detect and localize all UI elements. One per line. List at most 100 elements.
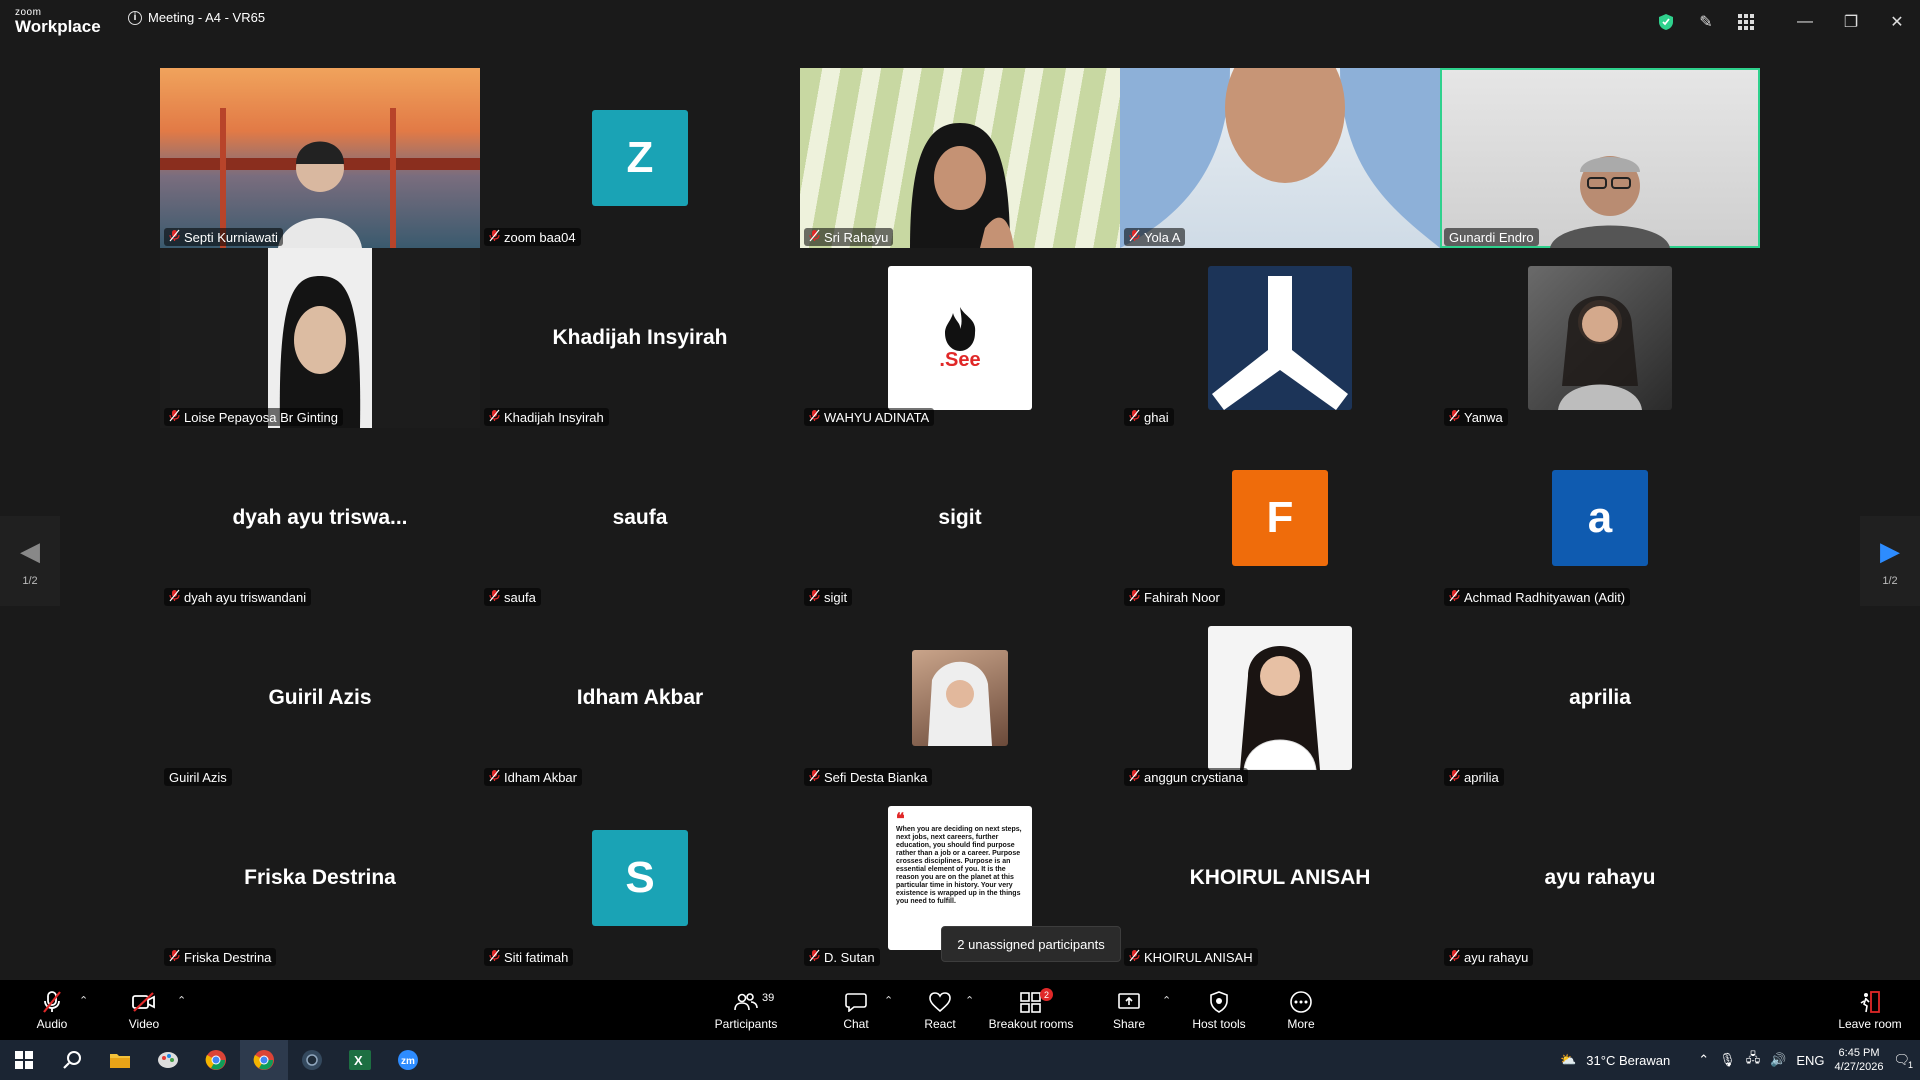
muted-mic-icon	[169, 229, 180, 245]
search-icon[interactable]	[48, 1040, 96, 1080]
muted-mic-icon	[1449, 409, 1460, 425]
participant-tile[interactable]: Guiril Azis Guiril Azis	[160, 608, 480, 788]
zoom-app-icon[interactable]: zm	[384, 1040, 432, 1080]
microphone-tray-icon[interactable]: 🎙	[1719, 1052, 1736, 1068]
page-indicator: 1/2	[22, 574, 38, 587]
audio-button[interactable]: Audio	[30, 980, 74, 1040]
display-name: dyah ayu triswa...	[232, 506, 408, 529]
participants-button[interactable]: 39 Participants	[712, 980, 780, 1040]
share-options-chevron-icon[interactable]: ⌃	[1162, 994, 1171, 1007]
muted-mic-icon	[169, 589, 180, 605]
video-options-chevron-icon[interactable]: ⌃	[177, 994, 186, 1007]
chat-button[interactable]: Chat	[840, 980, 872, 1040]
react-button[interactable]: React	[924, 980, 956, 1040]
apps-grid-icon[interactable]	[1726, 0, 1766, 44]
clock[interactable]: 6:45 PM 4/27/2026	[1835, 1046, 1884, 1074]
more-button[interactable]: More	[1286, 980, 1316, 1040]
participant-tile[interactable]: KHOIRUL ANISAH KHOIRUL ANISAH	[1120, 788, 1440, 968]
host-tools-button[interactable]: Host tools	[1190, 980, 1248, 1040]
participant-name-label: D. Sutan	[804, 948, 880, 966]
participant-tile[interactable]: Friska Destrina Friska Destrina	[160, 788, 480, 968]
muted-mic-icon	[809, 409, 820, 425]
participant-tile[interactable]: Septi Kurniawati	[160, 68, 480, 248]
network-icon[interactable]: 🖧	[1746, 1049, 1761, 1071]
participant-tile[interactable]: ghai	[1120, 248, 1440, 428]
portrait-photo-image	[1208, 626, 1352, 770]
participant-name: KHOIRUL ANISAH	[1144, 949, 1253, 965]
participant-tile[interactable]: Sefi Desta Bianka	[800, 608, 1120, 788]
next-page-button[interactable]: ▶ 1/2	[1860, 516, 1920, 606]
muted-mic-icon	[489, 769, 500, 785]
shield-icon[interactable]	[1646, 0, 1686, 44]
video-feed	[1120, 68, 1440, 248]
participant-name-label: Friska Destrina	[164, 948, 277, 966]
paint-app-icon[interactable]	[144, 1040, 192, 1080]
chrome-icon[interactable]	[192, 1040, 240, 1080]
meeting-title: Meeting - A4 - VR65	[148, 10, 266, 25]
breakout-rooms-button[interactable]: 2 Breakout rooms	[988, 980, 1074, 1040]
weather-text[interactable]: 31°C Berawan	[1586, 1053, 1670, 1068]
participant-name-label: aprilia	[1444, 768, 1504, 786]
language-indicator[interactable]: ENG	[1796, 1053, 1824, 1068]
file-explorer-icon[interactable]	[96, 1040, 144, 1080]
weather-icon[interactable]: ⛅	[1560, 1052, 1576, 1068]
display-name: ayu rahayu	[1544, 866, 1656, 889]
participant-tile[interactable]: Yanwa	[1440, 248, 1760, 428]
muted-mic-icon	[489, 949, 500, 965]
heart-icon	[928, 989, 952, 1015]
participant-tile[interactable]: Yola A	[1120, 68, 1440, 248]
video-feed	[160, 68, 480, 248]
participant-tile[interactable]: S Siti fatimah	[480, 788, 800, 968]
audio-options-chevron-icon[interactable]: ⌃	[79, 994, 88, 1007]
host-shield-icon	[1209, 989, 1229, 1015]
excel-icon[interactable]: X	[336, 1040, 384, 1080]
participant-tile[interactable]: Zzoom baa04	[480, 68, 800, 248]
participant-tile[interactable]: a Achmad Radhityawan (Adit)	[1440, 428, 1760, 608]
participant-tile[interactable]: Loise Pepayosa Br Ginting	[160, 248, 480, 428]
meeting-info[interactable]: i Meeting - A4 - VR65	[128, 10, 265, 25]
chat-label: Chat	[843, 1017, 869, 1031]
leave-room-button[interactable]: Leave room	[1838, 980, 1902, 1040]
muted-mic-icon	[169, 409, 180, 425]
participant-name: dyah ayu triswandani	[184, 589, 307, 605]
display-name: Friska Destrina	[244, 866, 396, 889]
chrome-active-icon[interactable]	[240, 1040, 288, 1080]
participant-name: Yanwa	[1464, 409, 1503, 425]
participant-tile[interactable]: Idham Akbar Idham Akbar	[480, 608, 800, 788]
participant-tile[interactable]: .See WAHYU ADINATA	[800, 248, 1120, 428]
notification-icon[interactable]: 🗨 1	[1893, 1052, 1913, 1070]
participant-tile[interactable]: Gunardi Endro	[1440, 68, 1760, 248]
participant-tile[interactable]: Sri Rahayu	[800, 68, 1120, 248]
pen-icon[interactable]: ✎	[1686, 0, 1726, 44]
left-arrow-icon: ◀	[20, 535, 40, 566]
volume-icon[interactable]: 🔊	[1770, 1052, 1786, 1068]
system-tray: ⛅ 31°C Berawan ⌃ 🎙 🖧 🔊 ENG 6:45 PM 4/27/…	[1560, 1040, 1920, 1080]
participant-name: saufa	[504, 589, 536, 605]
maximize-button[interactable]: ❐	[1828, 0, 1874, 44]
info-icon[interactable]: i	[128, 10, 142, 25]
participant-tile[interactable]: aprilia aprilia	[1440, 608, 1760, 788]
chat-options-chevron-icon[interactable]: ⌃	[884, 994, 893, 1007]
prev-page-button[interactable]: ◀ 1/2	[0, 516, 60, 606]
clock-date: 4/27/2026	[1834, 1061, 1884, 1073]
participant-tile[interactable]: sigit sigit	[800, 428, 1120, 608]
title-bar: zoom Workplace i Meeting - A4 - VR65 ✎ —…	[0, 0, 1920, 44]
react-options-chevron-icon[interactable]: ⌃	[965, 994, 974, 1007]
windows-start-icon[interactable]	[0, 1040, 48, 1080]
video-button[interactable]: Video	[122, 980, 166, 1040]
muted-mic-icon	[1449, 949, 1460, 965]
leave-door-icon	[1858, 989, 1882, 1015]
participant-tile[interactable]: Khadijah Insyirah Khadijah Insyirah	[480, 248, 800, 428]
participant-tile[interactable]: anggun crystiana	[1120, 608, 1440, 788]
participant-tile[interactable]: F Fahirah Noor	[1120, 428, 1440, 608]
participant-name: Idham Akbar	[504, 769, 577, 785]
participant-tile[interactable]: saufa saufa	[480, 428, 800, 608]
minimize-button[interactable]: —	[1782, 0, 1828, 44]
participant-tile[interactable]: ayu rahayu ayu rahayu	[1440, 788, 1760, 968]
participant-name: Septi Kurniawati	[184, 229, 278, 245]
share-button[interactable]: Share	[1112, 980, 1146, 1040]
tray-chevron-icon[interactable]: ⌃	[1698, 1052, 1709, 1068]
close-button[interactable]: ✕	[1874, 0, 1920, 44]
camera-app-icon[interactable]	[288, 1040, 336, 1080]
participant-tile[interactable]: dyah ayu triswa... dyah ayu triswandani	[160, 428, 480, 608]
